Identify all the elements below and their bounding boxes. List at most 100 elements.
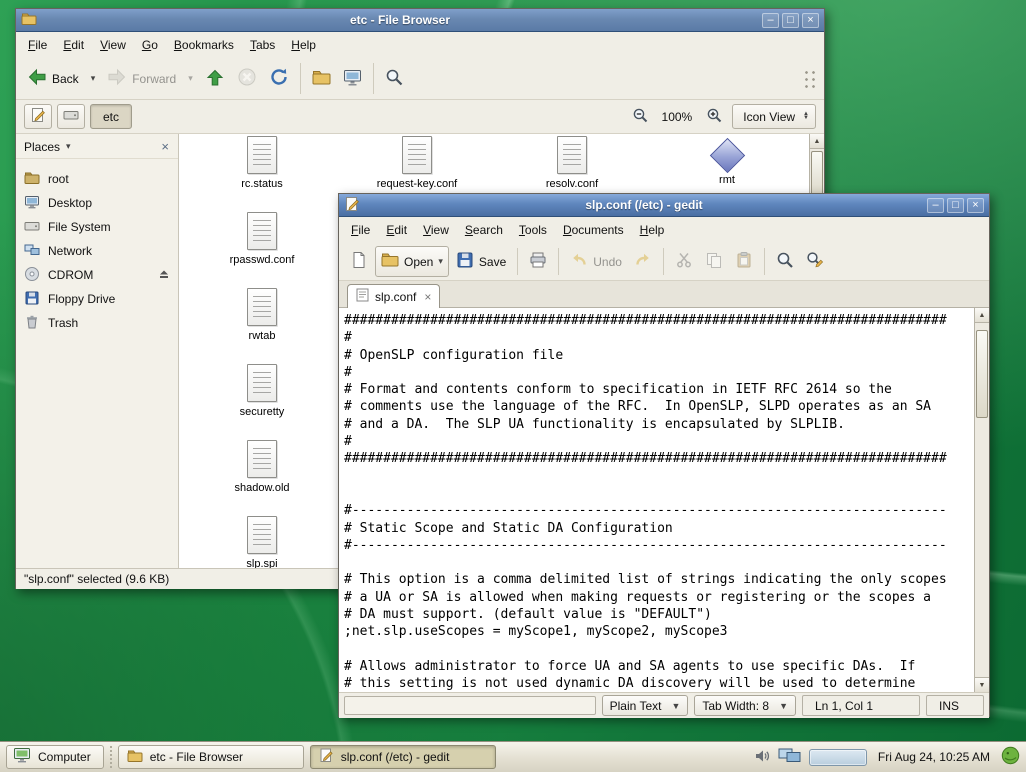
gedit-titlebar[interactable]: slp.conf (/etc) - gedit – □ × — [339, 194, 989, 217]
menu-tools[interactable]: Tools — [511, 219, 555, 241]
zoom-in-button[interactable] — [701, 103, 727, 130]
find-button[interactable] — [771, 247, 799, 276]
scrollbar-thumb[interactable] — [811, 151, 823, 197]
sidebar-item-trash[interactable]: Trash — [16, 311, 178, 335]
reload-button[interactable] — [264, 63, 294, 94]
file-item[interactable]: securetty — [192, 364, 332, 419]
zoom-out-button[interactable] — [627, 103, 653, 130]
display-settings-icon[interactable] — [778, 747, 802, 767]
tray-indicator[interactable] — [809, 749, 867, 766]
task-gedit[interactable]: slp.conf (/etc) - gedit — [310, 745, 496, 769]
editor-scrollbar[interactable]: ▲ ▼ — [974, 308, 989, 692]
scroll-down-icon[interactable]: ▼ — [975, 677, 989, 692]
volume-icon[interactable] — [754, 748, 771, 767]
up-button[interactable] — [200, 63, 230, 94]
file-item[interactable]: resolv.conf — [502, 136, 642, 191]
maximize-button[interactable]: □ — [782, 13, 799, 28]
sidebar-item-cdrom[interactable]: CDROM — [16, 263, 178, 287]
file-item[interactable]: slp.spi — [192, 516, 332, 568]
eject-icon[interactable] — [158, 268, 170, 283]
menu-help[interactable]: Help — [632, 219, 673, 241]
new-document-button[interactable] — [345, 247, 373, 276]
open-button[interactable]: Open ▾ — [375, 246, 449, 277]
maximize-button[interactable]: □ — [947, 198, 964, 213]
selection-status: "slp.conf" selected (9.6 KB) — [24, 572, 169, 586]
language-select[interactable]: Plain Text ▼ — [602, 695, 689, 716]
menu-documents[interactable]: Documents — [555, 219, 632, 241]
undo-button[interactable]: Undo — [565, 247, 627, 276]
path-label: etc — [103, 110, 119, 124]
task-file-browser[interactable]: etc - File Browser — [118, 745, 304, 769]
menu-go[interactable]: Go — [134, 34, 166, 56]
back-history-dropdown[interactable]: ▾ — [86, 69, 101, 88]
print-button[interactable] — [524, 247, 552, 276]
path-button-etc[interactable]: etc — [90, 104, 132, 129]
file-item[interactable]: shadow.old — [192, 440, 332, 495]
close-sidebar-button[interactable]: × — [158, 139, 172, 154]
menu-search[interactable]: Search — [457, 219, 511, 241]
forward-button[interactable]: Forward — [102, 63, 181, 94]
menu-file[interactable]: File — [20, 34, 55, 56]
menu-edit[interactable]: Edit — [378, 219, 415, 241]
tab-width-select[interactable]: Tab Width: 8 ▼ — [694, 695, 796, 716]
scroll-up-icon[interactable]: ▲ — [975, 308, 989, 323]
suse-tray-icon[interactable] — [1001, 746, 1020, 768]
sidebar-item-root[interactable]: root — [16, 167, 178, 191]
copy-button[interactable] — [700, 247, 728, 276]
scroll-up-icon[interactable]: ▲ — [810, 134, 824, 149]
menu-file[interactable]: File — [343, 219, 378, 241]
text-editor[interactable]: ########################################… — [339, 308, 989, 692]
tab-width-label: Tab Width: 8 — [702, 699, 769, 713]
cut-icon — [675, 251, 693, 272]
file-item[interactable]: rmt — [657, 136, 797, 187]
computer-label: Computer — [38, 750, 91, 764]
tab-close-button[interactable]: × — [422, 290, 431, 304]
scrollbar-thumb[interactable] — [976, 330, 988, 418]
forward-history-dropdown[interactable]: ▾ — [183, 69, 198, 88]
file-browser-titlebar[interactable]: etc - File Browser – □ × — [16, 9, 824, 32]
root-drive-button[interactable] — [57, 104, 85, 129]
menu-bookmarks[interactable]: Bookmarks — [166, 34, 242, 56]
back-button[interactable]: Back — [22, 63, 84, 94]
menu-tabs[interactable]: Tabs — [242, 34, 283, 56]
print-icon — [529, 251, 547, 272]
sidebar-item-network[interactable]: Network — [16, 239, 178, 263]
sidebar-item-desktop[interactable]: Desktop — [16, 191, 178, 215]
file-label: resolv.conf — [502, 178, 642, 191]
editor-content[interactable]: ########################################… — [344, 312, 973, 692]
replace-button[interactable] — [801, 247, 829, 276]
clock[interactable]: Fri Aug 24, 10:25 AM — [874, 750, 994, 764]
file-item[interactable]: request-key.conf — [347, 136, 487, 191]
save-button[interactable]: Save — [451, 247, 511, 276]
file-item[interactable]: rpasswd.conf — [192, 212, 332, 267]
menu-view[interactable]: View — [415, 219, 457, 241]
menu-edit[interactable]: Edit — [55, 34, 92, 56]
minimize-button[interactable]: – — [927, 198, 944, 213]
places-sidebar: Places ▾ × root Desktop — [16, 134, 179, 568]
close-button[interactable]: × — [967, 198, 984, 213]
file-label: rwtab — [192, 330, 332, 343]
menu-help[interactable]: Help — [283, 34, 324, 56]
menu-view[interactable]: View — [92, 34, 134, 56]
file-item[interactable]: rc.status — [192, 136, 332, 191]
desktop-icon — [24, 194, 40, 213]
view-mode-select[interactable]: Icon View ▲▼ — [732, 104, 816, 129]
sidebar-item-label: File System — [48, 220, 111, 234]
search-button[interactable] — [380, 64, 409, 94]
sidebar-item-floppy[interactable]: Floppy Drive — [16, 287, 178, 311]
edit-location-button[interactable] — [24, 104, 52, 129]
computer-button[interactable] — [338, 64, 367, 94]
places-selector[interactable]: Places ▾ — [24, 140, 158, 154]
sidebar-item-file-system[interactable]: File System — [16, 215, 178, 239]
close-button[interactable]: × — [802, 13, 819, 28]
stop-button[interactable] — [232, 63, 262, 94]
cut-button[interactable] — [670, 247, 698, 276]
redo-button[interactable] — [629, 247, 657, 276]
minimize-button[interactable]: – — [762, 13, 779, 28]
toolbar-separator — [373, 63, 374, 94]
computer-menu-button[interactable]: Computer — [6, 745, 104, 769]
file-item[interactable]: rwtab — [192, 288, 332, 343]
home-button[interactable] — [307, 64, 336, 94]
tab-slp-conf[interactable]: slp.conf × — [347, 284, 440, 308]
paste-button[interactable] — [730, 247, 758, 276]
